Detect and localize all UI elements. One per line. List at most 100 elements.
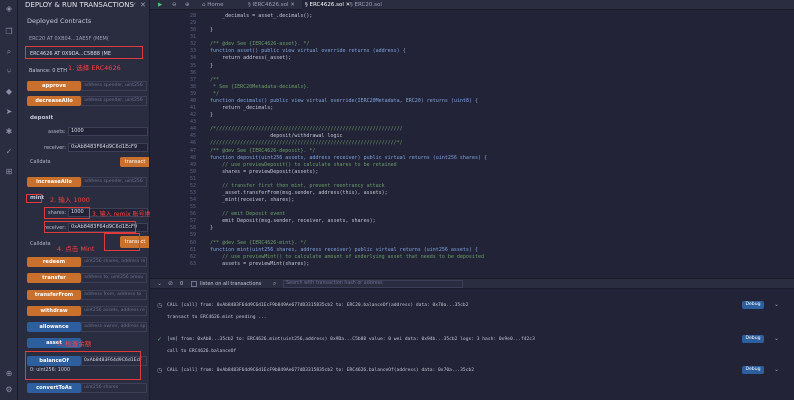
line-number: 30 [189,27,196,34]
plugin-manager-icon[interactable]: ⊕ [2,368,16,380]
zoom-out-icon[interactable]: ⊖ [172,0,177,10]
line-number: 36 [189,69,196,76]
decrease-allowance-button[interactable]: decreaseAllo [27,96,81,106]
debug-button[interactable]: Debug [742,335,764,343]
approve-input[interactable]: address spender, uint256 [81,81,147,91]
expand-icon[interactable]: ⌄ [774,366,779,373]
balance-of-button[interactable]: balanceOf [27,356,81,366]
tab-home[interactable]: ⌂ Home [202,0,224,10]
console-bar: ⌄ ⊘ 0 listen on all transactions ⌕ Searc… [150,278,794,289]
line-number: 52 [189,182,196,189]
transfer-button[interactable]: transfer [27,273,81,283]
allowance-input[interactable]: address owner, address sp [81,322,147,332]
code-line: // emit Deposit event [198,211,286,218]
line-number: 32 [189,41,196,48]
icon-sidebar: ◈ ❐ ⌕ ⑂ ◆ ➤ ✱ ✓ ⊞ ⊕ ⚙ [0,0,18,400]
code-line: /*//////////////////////////////////////… [198,126,403,133]
success-icon: ✓ [157,336,163,343]
code-line: /** @dev See {IERC4626-asset}. */ [198,41,310,48]
redeem-button[interactable]: redeem [27,257,81,267]
deposit-assets-input[interactable]: 1000 [68,127,148,136]
withdraw-input[interactable]: uint256 assets, address re [81,306,147,316]
git-icon[interactable]: ⑂ [2,66,16,78]
line-number: 33 [189,48,196,55]
file-icon[interactable]: ❐ [2,26,16,38]
console-log-line: CALL [call] from: 0xAb8483F64d9C6d1EcF9b… [167,368,474,373]
code-line: /** @dev See {IERC4626-mint}. */ [198,239,307,246]
tx-count: 0 [180,281,184,287]
gear-icon[interactable]: ⚙ [2,384,16,396]
balance-of-input[interactable]: 0xAb8483F64d9C6d1EcF [81,356,147,366]
code-line: function decimals() public view virtual … [198,97,478,104]
line-number: 58 [189,225,196,232]
deposit-assets-label: assets: [48,129,66,135]
convert-to-assets-button[interactable]: convertToAs [27,383,81,393]
deploy-icon[interactable]: ➤ [2,106,16,118]
clear-icon[interactable]: ⊘ [168,280,173,287]
annotation-3: 3. 输入 remix 账号地址 [92,211,157,218]
redeem-input[interactable]: uint256 shares, address re [81,257,147,267]
check-icon[interactable]: ✓ [131,1,137,9]
approve-button[interactable]: approve [27,81,81,91]
debug-icon[interactable]: ✱ [2,126,16,138]
mint-transact-button[interactable]: transact [120,236,149,248]
deposit-transact-button[interactable]: transact [120,157,149,167]
increase-allowance-button[interactable]: increaseAllo [27,177,81,187]
listen-checkbox[interactable] [191,281,197,287]
line-number: 28 [189,13,196,19]
mint-calldata[interactable]: Calldata [30,241,51,247]
run-icon[interactable]: ▶ [158,0,162,10]
transfer-from-input[interactable]: address from, address to [81,290,147,300]
expand-icon[interactable]: ⌄ [774,335,779,342]
tab-erc4626-label: ERC4626.sol [309,2,344,8]
plug-icon[interactable]: ◈ [2,3,16,15]
panel-title: DEPLOY & RUN TRANSACTIONS [25,1,134,9]
tab-ierc4626[interactable]: § IERC4626.sol ✕ [248,0,295,10]
transfer-input[interactable]: address to, uint256 amou [81,273,147,283]
search-icon[interactable]: ⌕ [2,46,16,58]
code-line: // transfer first then mint, prevent ree… [198,182,385,189]
erc4626-contract-row[interactable]: ERC4626 AT 0X9DA...C5B88 (ME [30,51,111,57]
tab-erc4626[interactable]: § ERC4626.sol ✕ [302,0,354,10]
code-line: _decimals = asset_.decimals(); [198,13,313,19]
code-line: /** [198,76,220,83]
decrease-allowance-input[interactable]: address spender, uint256 [81,96,147,106]
withdraw-button[interactable]: withdraw [27,306,81,316]
balance-label: Balance: 0 ETH [29,68,67,74]
search-icon: ⌕ [273,280,277,287]
debug-button[interactable]: Debug [742,301,764,309]
convert-to-assets-input[interactable]: uint256 shares [81,383,147,393]
zoom-in-icon[interactable]: ⊕ [185,0,190,10]
code-line: assets = previewMint(shares); [198,260,310,267]
collapse-icon[interactable]: ⌄ [157,280,162,287]
transfer-from-button[interactable]: transferFrom [27,290,81,300]
mint-receiver-label: receiver: [44,225,66,231]
erc20-contract-row[interactable]: ERC20 AT 0XB04...1AE5F (MEM( [29,36,109,42]
increase-allowance-input[interactable]: address spender, uint256 [81,177,147,187]
plugin-icon[interactable]: ⊞ [2,166,16,178]
tab-erc20[interactable]: § ERC20.sol [350,0,382,10]
deposit-receiver-input[interactable]: 0xAb8483F64d9C6d1EcF9 [68,143,148,152]
deposit-receiver-label: receiver: [44,145,66,151]
tab-ierc4626-label: IERC4626.sol [252,2,289,8]
mint-receiver-input[interactable]: 0xAb8483F64d9C6d1EcF9 [68,223,148,232]
allowance-button[interactable]: allowance [27,322,81,332]
expand-icon[interactable]: ⌄ [774,301,779,308]
annotation-2: 2. 输入 1000 [50,196,90,204]
console-log-line: [vm] from: 0xAb8...35cb2 to: ERC4626.min… [167,337,535,342]
code-line: emit Deposit(msg.sender, receiver, asset… [198,218,376,225]
tab-erc20-label: ERC20.sol [354,2,382,8]
line-number: 63 [189,260,196,267]
line-number: 59 [189,232,196,239]
check-icon[interactable]: ✓ [2,146,16,158]
solidity-icon[interactable]: ◆ [2,86,16,98]
debug-button[interactable]: Debug [742,366,764,374]
console-log-line: transact to ERC4626.mint pending ... [167,315,267,320]
console-search-input[interactable]: Search with transaction hash or address [283,280,463,288]
deposit-calldata[interactable]: Calldata [30,159,51,165]
balance-of-result: 0: uint256: 1000 [30,368,70,373]
code-editor[interactable]: 28 _decimals = asset_.decimals(); 29 30 } 3… [150,10,794,278]
mint-shares-label: shares: [48,210,67,216]
close-icon[interactable]: ✕ [140,1,146,9]
code-line: _mint(receiver, shares); [198,197,295,204]
